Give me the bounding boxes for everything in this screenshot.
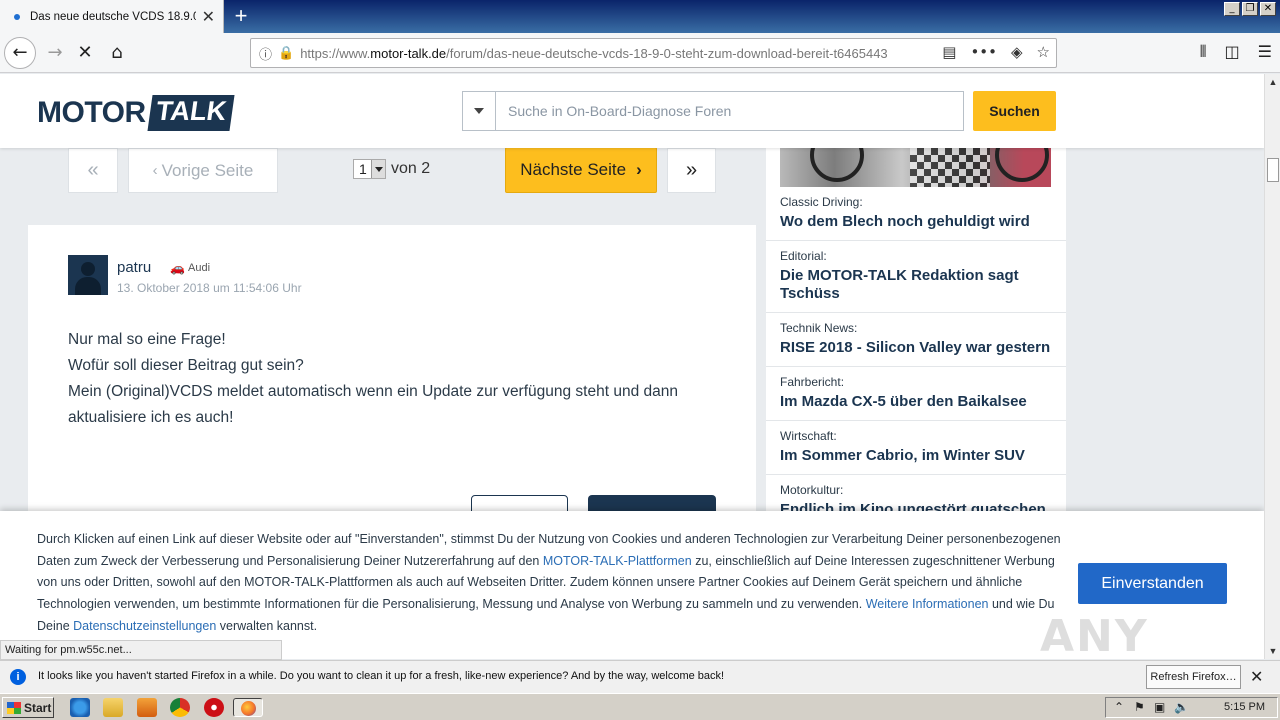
scroll-up-icon[interactable]: ▲ [1266, 75, 1280, 89]
privacy-settings-link[interactable]: Datenschutzeinstellungen [73, 619, 216, 633]
search-input[interactable] [496, 92, 963, 130]
post-author[interactable]: patru [117, 259, 151, 276]
search-scope-dropdown[interactable] [463, 92, 496, 130]
bookmark-star-icon[interactable]: ☆ [1037, 43, 1050, 61]
menu-icon[interactable]: ☰ [1258, 42, 1272, 62]
car-icon: 🚗 [170, 261, 185, 275]
sidebar-article[interactable]: Classic Driving: Wo dem Blech noch gehul… [766, 187, 1066, 241]
previous-page-label: Vorige Seite [161, 160, 254, 180]
motorcycle-wheel [995, 148, 1049, 182]
folder-icon[interactable] [103, 698, 123, 717]
pocket-icon[interactable]: ◈ [1011, 43, 1023, 61]
restore-icon[interactable]: ❐ [1242, 2, 1258, 16]
close-notification-icon[interactable]: ✕ [1250, 667, 1263, 686]
window-controls: _ ❐ ✕ [1224, 2, 1276, 16]
taskbar: Start ⌃ ⚑ ▣ 🔈 5:15 PM [0, 693, 1280, 720]
ie-icon[interactable] [70, 698, 90, 717]
sidebar-toggle-icon[interactable]: ◫ [1225, 42, 1240, 62]
tray-expand-icon[interactable]: ⌃ [1114, 700, 1124, 714]
search-button[interactable]: Suchen [973, 91, 1056, 131]
status-bar: Waiting for pm.w55c.net... [0, 640, 282, 660]
notification-bar: i It looks like you haven't started Fire… [0, 660, 1280, 693]
tab-title: Das neue deutsche VCDS 18.9.0 s [30, 10, 196, 23]
refresh-firefox-button[interactable]: Refresh Firefox… [1146, 665, 1241, 689]
info-icon[interactable]: ⓘ [259, 44, 272, 63]
sidebar-article[interactable]: Editorial: Die MOTOR-TALK Redaktion sagt… [766, 241, 1066, 313]
more-info-link[interactable]: Weitere Informationen [866, 597, 989, 611]
notification-message: It looks like you haven't started Firefo… [38, 670, 725, 682]
next-page-button[interactable]: Nächste Seite › [505, 147, 657, 193]
post-date: 13. Oktober 2018 um 11:54:06 Uhr [117, 281, 302, 295]
next-page-label: Nächste Seite [520, 160, 627, 179]
home-button[interactable]: ⌂ [102, 38, 132, 68]
first-page-button[interactable]: « [68, 148, 118, 193]
start-button[interactable]: Start [2, 697, 54, 718]
article-image[interactable] [780, 148, 1051, 187]
page-select[interactable]: 1 [353, 159, 386, 179]
sidebar-article[interactable]: Technik News: RISE 2018 - Silicon Valley… [766, 313, 1066, 367]
opera-icon[interactable] [204, 698, 224, 717]
forward-button[interactable]: → [40, 38, 70, 68]
last-page-button[interactable]: » [667, 148, 716, 193]
scrollbar-thumb[interactable] [1267, 158, 1279, 182]
site-header: MOTOR TALK Suchen [0, 74, 1264, 148]
clock[interactable]: 5:15 PM [1224, 701, 1265, 713]
platforms-link[interactable]: MOTOR-TALK-Plattformen [543, 554, 692, 568]
tab-favicon-icon [14, 13, 20, 20]
avatar[interactable] [68, 255, 108, 295]
system-tray: ⌃ ⚑ ▣ 🔈 5:15 PM [1105, 697, 1278, 718]
chevron-down-icon [474, 108, 484, 114]
lock-warning-icon[interactable]: 🔒 [278, 46, 294, 61]
logo-motor-text: MOTOR [37, 96, 146, 129]
select-arrow-icon [371, 160, 385, 178]
checkered-flag [910, 148, 990, 187]
minimize-icon[interactable]: _ [1224, 2, 1240, 16]
vertical-scrollbar[interactable]: ▲ ▼ [1264, 74, 1280, 659]
tab-close-icon[interactable]: ✕ [202, 7, 215, 27]
new-tab-button[interactable]: + [228, 3, 254, 29]
volume-icon[interactable]: 🔈 [1174, 700, 1189, 714]
page-viewport: MOTOR TALK Suchen « ‹Vorige Seite 1 von … [0, 74, 1264, 659]
window-close-icon[interactable]: ✕ [1260, 2, 1276, 16]
library-icon[interactable]: ⫴ [1200, 42, 1207, 62]
cookie-banner: Durch Klicken auf einen Link auf dieser … [0, 511, 1264, 659]
post-line: Mein (Original)VCDS meldet automatisch w… [68, 383, 678, 426]
motorcycle-wheel [810, 148, 864, 182]
url-text[interactable]: https://www.motor-talk.de/forum/das-neue… [300, 46, 920, 61]
windows-logo-icon [7, 701, 21, 714]
firefox-icon [240, 701, 256, 716]
chrome-icon[interactable] [170, 698, 190, 717]
post-body: Nur mal so eine Frage! Wofür soll dieser… [68, 327, 708, 431]
browser-tab[interactable]: Das neue deutsche VCDS 18.9.0 s ✕ [0, 0, 224, 33]
motor-talk-logo[interactable]: MOTOR TALK [37, 95, 235, 131]
stop-button[interactable]: ✕ [70, 38, 100, 68]
back-button[interactable]: ← [4, 37, 36, 69]
anyrun-watermark: ANY RUN [1040, 611, 1149, 659]
info-icon: i [10, 669, 26, 685]
media-player-icon[interactable] [137, 698, 157, 717]
post-line: Wofür soll dieser Beitrag gut sein? [68, 357, 304, 374]
flag-icon[interactable]: ⚑ [1134, 700, 1145, 714]
sidebar-article[interactable]: Fahrbericht: Im Mazda CX-5 über den Baik… [766, 367, 1066, 421]
browser-navbar: ← → ✕ ⌂ ⓘ 🔒 https://www.motor-talk.de/fo… [0, 33, 1280, 73]
network-icon[interactable]: ▣ [1154, 700, 1165, 714]
cookie-text: Durch Klicken auf einen Link auf dieser … [37, 532, 1061, 633]
author-car: Audi [188, 262, 211, 274]
accept-cookies-button[interactable]: Einverstanden [1078, 563, 1227, 604]
sidebar-article[interactable]: Wirtschaft: Im Sommer Cabrio, im Winter … [766, 421, 1066, 475]
browser-tabbar: Das neue deutsche VCDS 18.9.0 s ✕ + _ ❐ … [0, 0, 1280, 33]
scroll-down-icon[interactable]: ▼ [1266, 644, 1280, 658]
page-count: von 2 [391, 160, 431, 177]
logo-talk-text: TALK [147, 95, 235, 131]
url-bar[interactable]: ⓘ 🔒 https://www.motor-talk.de/forum/das-… [250, 38, 1057, 68]
previous-page-button[interactable]: ‹ Vorige Seite [128, 148, 278, 193]
post-line: Nur mal so eine Frage! [68, 331, 226, 348]
reader-view-icon[interactable]: ▤ [942, 43, 956, 61]
search-box [462, 91, 964, 131]
firefox-taskbar-button[interactable] [233, 698, 263, 717]
page-actions-icon[interactable]: ••• [970, 43, 997, 61]
